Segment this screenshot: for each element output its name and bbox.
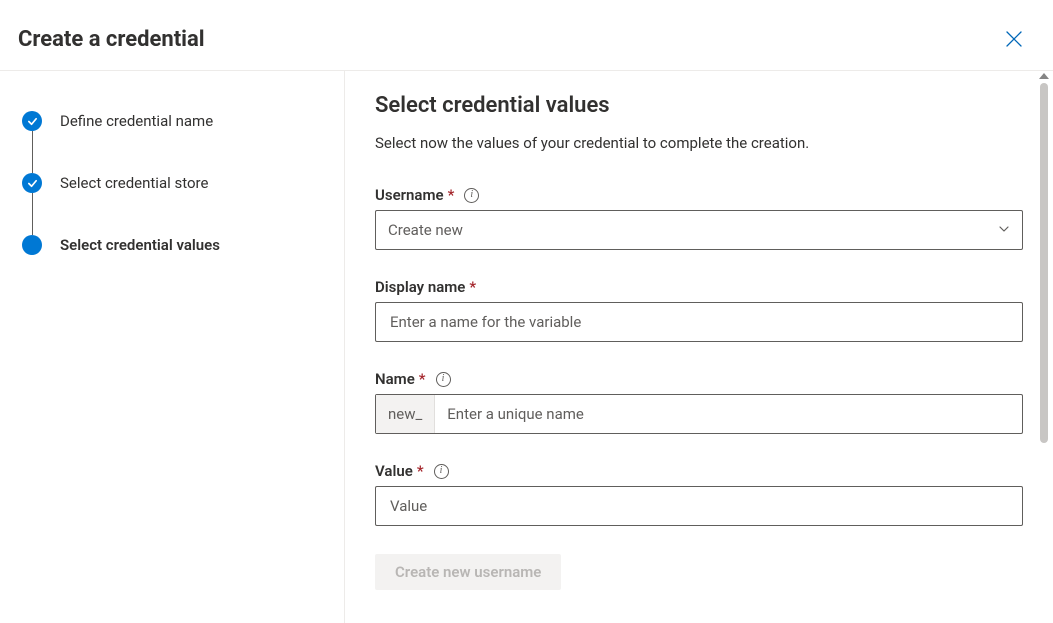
dialog-header: Create a credential [0,0,1053,71]
label-text: Name [375,370,415,388]
step-select-credential-store[interactable]: Select credential store [22,173,324,193]
step-list: Define credential name Select credential… [22,111,324,255]
checkmark-icon [22,111,42,131]
name-label: Name * i [375,370,1023,388]
scroll-track[interactable] [1040,83,1048,620]
close-icon [1006,31,1022,47]
step-label: Select credential values [60,236,220,254]
info-icon[interactable]: i [464,188,479,203]
chevron-down-icon [998,221,1010,239]
required-asterisk: * [469,278,476,296]
close-button[interactable] [999,24,1029,54]
username-label: Username * i [375,186,1023,204]
scroll-up-icon[interactable] [1039,73,1049,79]
info-icon[interactable]: i [434,464,449,479]
name-input-wrap: new_ [375,394,1023,434]
step-select-credential-values[interactable]: Select credential values [22,235,324,255]
field-display-name: Display name * [375,278,1023,342]
step-label: Select credential store [60,174,208,192]
label-text: Username [375,186,444,204]
name-input[interactable] [435,405,1022,423]
field-value: Value * i [375,462,1023,526]
step-define-credential-name[interactable]: Define credential name [22,111,324,131]
value-label: Value * i [375,462,1023,480]
dialog-body: Define credential name Select credential… [0,71,1053,623]
required-asterisk: * [417,462,424,480]
step-label: Define credential name [60,112,213,130]
info-icon[interactable]: i [436,372,451,387]
field-username: Username * i Create new [375,186,1023,250]
step-connector [32,131,33,173]
create-username-button[interactable]: Create new username [375,554,561,590]
label-text: Value [375,462,413,480]
value-input-wrap [375,486,1023,526]
value-input[interactable] [388,496,1010,516]
scrollbar[interactable] [1037,71,1051,623]
scroll-thumb[interactable] [1040,83,1048,443]
step-connector [32,193,33,235]
label-text: Display name [375,278,465,296]
display-name-input-wrap [375,302,1023,342]
step-sidebar: Define credential name Select credential… [0,71,345,623]
username-select-value: Create new [388,221,463,239]
display-name-input[interactable] [388,312,1010,332]
display-name-label: Display name * [375,278,1023,296]
username-select[interactable]: Create new [375,210,1023,250]
required-asterisk: * [419,370,426,388]
field-name: Name * i new_ [375,370,1023,434]
main-panel: Select credential values Select now the … [345,71,1053,623]
name-prefix: new_ [376,395,435,433]
checkmark-icon [22,173,42,193]
section-heading: Select credential values [375,93,1023,118]
required-asterisk: * [448,186,455,204]
section-subtitle: Select now the values of your credential… [375,134,1023,152]
dialog-title: Create a credential [18,27,205,52]
current-step-icon [22,235,42,255]
